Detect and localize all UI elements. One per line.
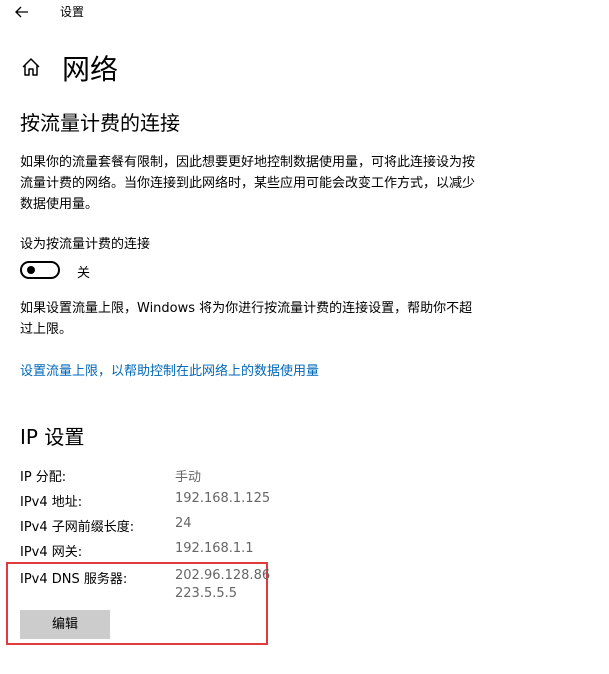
set-data-limit-link[interactable]: 设置流量上限，以帮助控制在此网络上的数据使用量	[20, 360, 319, 379]
ip-row-value: 手动	[175, 470, 202, 485]
ip-row-value: 24	[175, 516, 192, 531]
ip-row-ipv4-address: IPv4 地址: 192.168.1.125	[20, 491, 580, 511]
dns-value-primary: 202.96.128.86	[175, 568, 271, 583]
ip-row-assignment: IP 分配: 手动	[20, 466, 580, 486]
ip-row-key: IPv4 地址:	[20, 495, 83, 510]
ip-row-value: 192.168.1.1	[175, 541, 254, 556]
toggle-knob	[27, 266, 35, 274]
ip-row-gateway: IPv4 网关: 192.168.1.1	[20, 541, 580, 561]
ip-row-key: IP 分配:	[20, 470, 67, 485]
metered-heading: 按流量计费的连接	[20, 111, 180, 135]
data-limit-note: 如果设置流量上限，Windows 将为你进行按流量计费的连接设置，帮助你不超过上…	[20, 301, 473, 337]
metered-toggle-state: 关	[77, 266, 91, 281]
ip-settings-heading: IP 设置	[20, 425, 85, 449]
ip-row-subnet-prefix: IPv4 子网前缀长度: 24	[20, 516, 580, 536]
title-bar: 设置	[0, 0, 609, 24]
dns-key: IPv4 DNS 服务器:	[20, 572, 128, 587]
back-arrow-icon	[15, 6, 28, 18]
ip-row-key: IPv4 网关:	[20, 545, 83, 560]
metered-toggle-label: 设为按流量计费的连接	[20, 237, 151, 252]
metered-toggle[interactable]	[20, 261, 60, 279]
back-button[interactable]	[12, 2, 32, 22]
dns-value-secondary: 223.5.5.5	[175, 586, 238, 601]
metered-description: 如果你的流量套餐有限制，因此想要更好地控制数据使用量，可将此连接设为按流量计费的…	[20, 155, 476, 212]
ip-row-value: 192.168.1.125	[175, 491, 271, 506]
edit-button[interactable]: 编辑	[20, 610, 110, 639]
window-title: 设置	[60, 5, 85, 19]
page-title: 网络	[62, 53, 119, 86]
ip-row-dns: IPv4 DNS 服务器: 202.96.128.86 223.5.5.5	[20, 568, 580, 601]
ip-row-key: IPv4 子网前缀长度:	[20, 520, 135, 535]
home-icon	[22, 58, 40, 76]
